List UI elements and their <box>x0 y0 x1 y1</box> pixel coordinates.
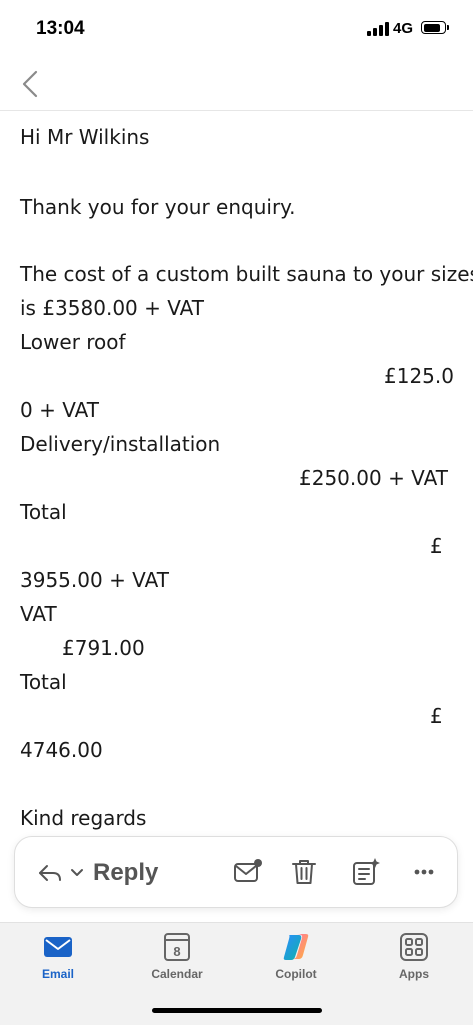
battery-icon <box>421 21 449 34</box>
reply-icon <box>39 865 61 881</box>
email-line: £ <box>430 704 443 728</box>
email-line: The cost of a custom built sauna to your… <box>20 262 473 286</box>
summarize-icon[interactable] <box>351 857 381 887</box>
chevron-left-icon <box>22 70 38 98</box>
email-line: Thank you for your enquiry. <box>20 195 296 219</box>
mark-unread-icon[interactable] <box>233 857 263 887</box>
email-line: 0 + VAT <box>20 398 99 422</box>
email-line: Kind regards <box>20 806 147 830</box>
action-toolbar: Reply <box>14 836 458 908</box>
email-line: Total <box>20 500 67 524</box>
email-line: is £3580.00 + VAT <box>20 296 204 320</box>
tab-email[interactable]: Email <box>8 931 108 991</box>
more-options-icon[interactable] <box>409 857 439 887</box>
trash-icon[interactable] <box>289 857 319 887</box>
home-indicator <box>152 1008 322 1013</box>
email-line: £791.00 <box>62 636 145 660</box>
email-line: 4746.00 <box>20 738 103 762</box>
tab-label: Calendar <box>151 967 203 981</box>
status-time: 13:04 <box>36 18 85 39</box>
status-bar: 13:04 4G <box>0 0 473 58</box>
chevron-down-icon[interactable] <box>69 867 85 879</box>
signal-icon <box>367 22 389 36</box>
mail-icon <box>44 937 72 957</box>
calendar-date: 8 <box>173 944 180 959</box>
email-line: Total <box>20 670 67 694</box>
tab-copilot[interactable]: Copilot <box>246 931 346 991</box>
copilot-icon <box>283 934 309 960</box>
email-line: Lower roof <box>20 330 126 354</box>
email-line: £125.0 <box>384 364 454 388</box>
nav-bar <box>0 58 473 111</box>
back-button[interactable] <box>14 66 50 102</box>
email-line: Hi Mr Wilkins <box>20 125 150 149</box>
tab-apps[interactable]: Apps <box>364 931 464 991</box>
tab-label: Apps <box>399 967 429 981</box>
apps-icon <box>400 933 428 961</box>
email-body: Hi Mr Wilkins Thank you for your enquiry… <box>0 110 473 830</box>
email-line: £ <box>430 534 443 558</box>
tab-label: Copilot <box>275 967 317 981</box>
email-line: £250.00 + VAT <box>299 466 448 490</box>
battery-level <box>423 23 440 32</box>
email-line: VAT <box>20 602 57 626</box>
network-type: 4G <box>393 20 414 37</box>
calendar-icon: 8 <box>164 933 190 961</box>
reply-label: Reply <box>93 859 159 886</box>
reply-button[interactable]: Reply <box>37 855 158 891</box>
email-line: 3955.00 + VAT <box>20 568 169 592</box>
tab-label: Email <box>41 967 74 981</box>
tab-calendar[interactable]: 8 Calendar <box>127 931 227 991</box>
email-line: Delivery/installation <box>20 432 221 456</box>
